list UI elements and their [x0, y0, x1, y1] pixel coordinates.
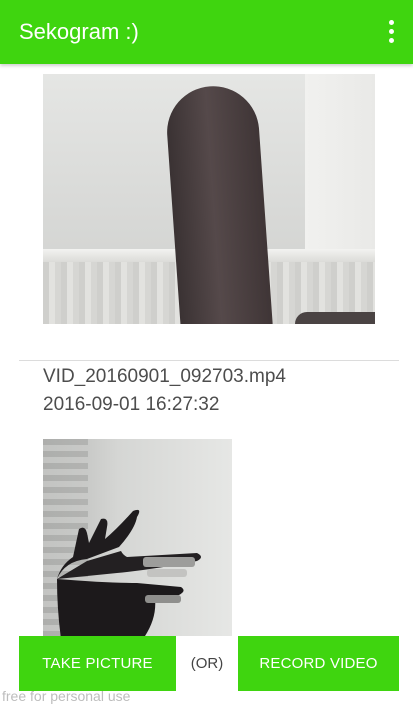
app-title: Sekogram :)	[19, 19, 139, 44]
more-vert-icon[interactable]	[381, 16, 401, 48]
media-file-name: VID_20160901_092703.mp4	[43, 366, 286, 387]
take-picture-button[interactable]: TAKE PICTURE	[19, 636, 176, 691]
video-thumbnail[interactable]	[43, 74, 375, 324]
image-thumbnail[interactable]	[43, 439, 232, 636]
or-separator: (OR)	[190, 655, 224, 672]
hand-photo	[57, 509, 201, 636]
watermark-text: free for personal use	[2, 688, 131, 704]
media-list: VID_20160901_092703.mp4 2016-09-01 16:27…	[0, 64, 413, 707]
list-divider	[19, 360, 399, 361]
app-screen: Sekogram :) VID_20160901_092703.mp4 2016…	[0, 0, 413, 707]
capture-actions: TAKE PICTURE (OR) RECORD VIDEO	[0, 636, 413, 691]
media-timestamp: 2016-09-01 16:27:32	[43, 394, 220, 415]
app-bar: Sekogram :)	[0, 0, 413, 64]
record-video-button[interactable]: RECORD VIDEO	[238, 636, 399, 691]
